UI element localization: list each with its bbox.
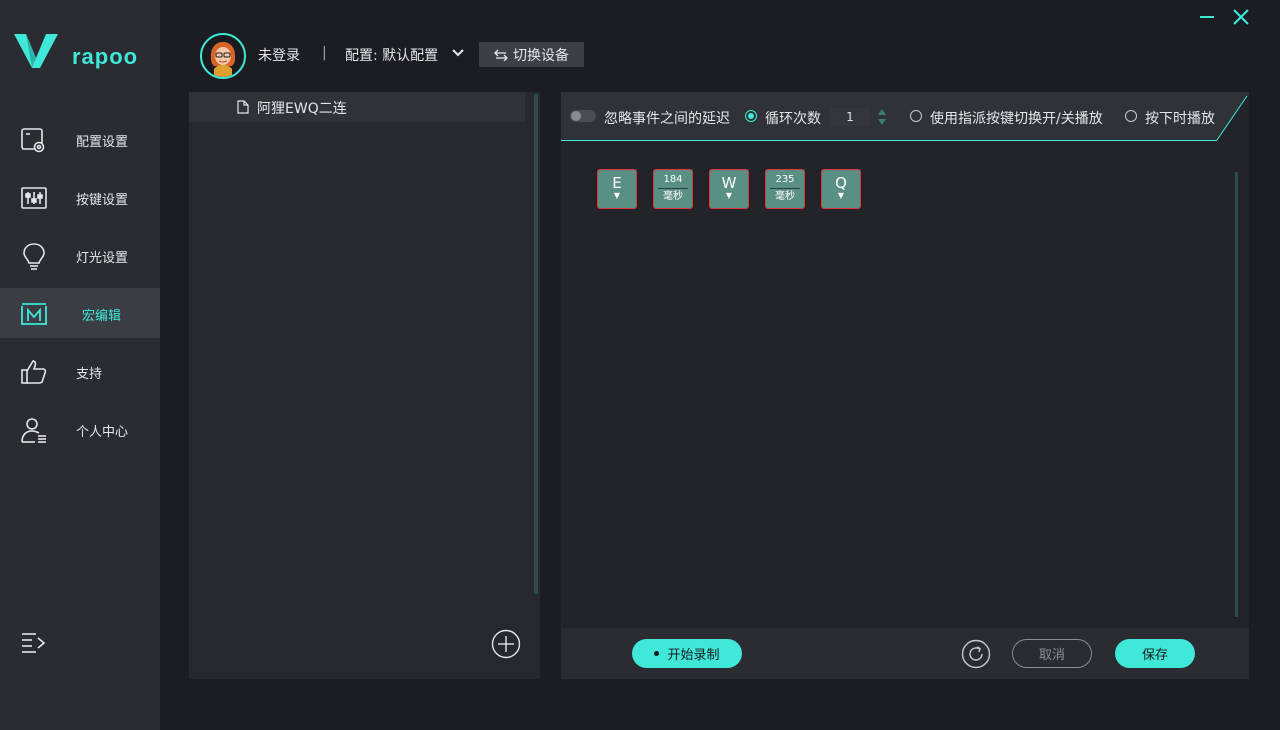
sidebar-nav: 配置设置 按键设置 灯光设置 宏编辑 支持 个人中心 <box>0 114 160 462</box>
sidebar-item-label: 宏编辑 <box>82 309 122 324</box>
list-scrollbar[interactable] <box>534 94 538 594</box>
loop-count-radio[interactable] <box>745 110 757 122</box>
sidebar-item-label: 配置设置 <box>76 135 129 150</box>
hold-mode-radio[interactable] <box>1125 110 1137 122</box>
topbar-separator: | <box>322 45 327 61</box>
event-delay-unit: 毫秒 <box>663 191 683 202</box>
start-record-label: 开始录制 <box>667 648 720 663</box>
config-icon <box>21 128 45 153</box>
bulb-icon <box>23 243 45 270</box>
macro-list-panel: 阿狸EWQ二连 <box>189 92 540 679</box>
key-settings-icon <box>21 187 47 209</box>
loop-count-input[interactable]: 1 <box>830 108 870 126</box>
sidebar-item-config[interactable]: 配置设置 <box>0 114 160 164</box>
sidebar: rapoo 配置设置 按键设置 灯光设置 宏编辑 支持 个人中心 <box>0 0 160 730</box>
file-icon <box>237 100 249 114</box>
sidebar-item-label: 灯光设置 <box>76 251 129 266</box>
sidebar-item-label: 按键设置 <box>76 193 129 208</box>
profile-label[interactable]: 配置: 默认配置 <box>345 45 438 65</box>
editor-footer: 开始录制 取消 保存 <box>561 628 1249 679</box>
hold-mode-label: 按下时播放 <box>1145 111 1215 127</box>
macro-event-key[interactable]: Q ▼ <box>821 169 861 209</box>
sidebar-item-user[interactable]: 个人中心 <box>0 404 160 454</box>
list-item[interactable]: 阿狸EWQ二连 <box>189 92 525 122</box>
key-down-arrow-icon: ▼ <box>837 191 845 200</box>
sidebar-item-label: 支持 <box>76 367 103 382</box>
start-record-button[interactable]: 开始录制 <box>632 639 742 668</box>
ignore-delay-label: 忽略事件之间的延迟 <box>604 111 730 127</box>
brand-name: rapoo <box>72 44 139 69</box>
cancel-button[interactable]: 取消 <box>1012 639 1092 668</box>
add-macro-button[interactable] <box>491 629 521 659</box>
sidebar-item-keys[interactable]: 按键设置 <box>0 172 160 222</box>
refresh-icon[interactable] <box>961 639 991 669</box>
record-dot-icon <box>654 651 660 656</box>
loop-count-label: 循环次数 <box>765 111 821 127</box>
event-delay-unit: 毫秒 <box>775 191 795 202</box>
event-key-label: Q <box>835 174 847 192</box>
toggle-mode-label: 使用指派按键切换开/关播放 <box>930 111 1103 127</box>
brand-v-icon <box>14 34 58 68</box>
macro-event-key[interactable]: W ▼ <box>709 169 749 209</box>
sidebar-item-macro[interactable]: 宏编辑 <box>0 288 160 338</box>
options-bar: 忽略事件之间的延迟 循环次数 1 使用指派按键切换开/关播放 按下时播放 <box>561 92 1249 142</box>
key-down-arrow-icon: ▼ <box>725 191 733 200</box>
toggle-mode-radio[interactable] <box>910 110 922 122</box>
macro-name: 阿狸EWQ二连 <box>257 101 347 117</box>
swap-icon <box>494 49 508 61</box>
menu-collapse-icon[interactable] <box>20 630 46 656</box>
avatar-icon <box>202 35 244 77</box>
switch-device-button[interactable]: 切换设备 <box>479 42 584 67</box>
macro-icon <box>21 303 47 325</box>
macro-event-canvas: E ▼ 184 毫秒 W ▼ 235 毫秒 Q ▼ <box>561 144 1249 628</box>
chevron-down-icon[interactable] <box>451 47 465 59</box>
macro-event-delay[interactable]: 184 毫秒 <box>653 169 693 209</box>
thumbs-up-icon <box>21 360 47 384</box>
macro-event-key[interactable]: E ▼ <box>597 169 637 209</box>
sidebar-item-support[interactable]: 支持 <box>0 346 160 396</box>
close-icon[interactable] <box>1232 8 1250 26</box>
minimize-icon[interactable] <box>1198 8 1216 26</box>
window-controls <box>1198 8 1250 26</box>
sidebar-item-lighting[interactable]: 灯光设置 <box>0 230 160 280</box>
ignore-delay-toggle[interactable] <box>570 110 596 122</box>
user-icon <box>21 418 46 443</box>
loop-count-stepper[interactable] <box>877 108 887 126</box>
key-down-arrow-icon: ▼ <box>613 191 621 200</box>
event-delay-value: 184 <box>663 174 683 185</box>
event-delay-value: 235 <box>775 174 795 185</box>
save-button[interactable]: 保存 <box>1115 639 1195 668</box>
delay-divider <box>770 188 800 189</box>
avatar[interactable] <box>200 33 246 79</box>
delay-divider <box>658 188 688 189</box>
sidebar-item-label: 个人中心 <box>76 425 129 440</box>
switch-device-label: 切换设备 <box>513 47 569 64</box>
macro-event-delay[interactable]: 235 毫秒 <box>765 169 805 209</box>
event-key-label: E <box>612 174 622 192</box>
login-status[interactable]: 未登录 <box>258 45 300 65</box>
macro-editor: 忽略事件之间的延迟 循环次数 1 使用指派按键切换开/关播放 按下时播放 E ▼… <box>561 92 1249 679</box>
logo: rapoo <box>14 30 144 74</box>
canvas-scrollbar[interactable] <box>1235 172 1238 617</box>
event-key-label: W <box>721 174 737 192</box>
